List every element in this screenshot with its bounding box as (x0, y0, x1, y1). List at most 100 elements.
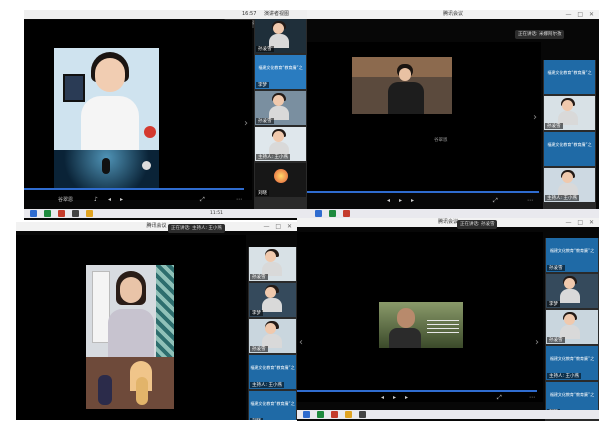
progress-bar[interactable] (297, 390, 537, 392)
man-body (389, 328, 421, 348)
speaking-text: 正在讲话: 米娜阿尔孜 (518, 32, 562, 37)
window-controls[interactable]: — □ ✕ (263, 222, 294, 231)
progress-bar[interactable] (24, 188, 244, 190)
participant-tile[interactable]: 福建文化教育“教育廉”之刘晓 (249, 391, 296, 420)
main-stage (16, 235, 246, 420)
participant-tile[interactable]: 孙凌雪 (546, 310, 598, 344)
title-bar: 腾讯会议 — □ ✕ (16, 222, 297, 231)
more-icon-2[interactable]: ⋯ (236, 196, 242, 203)
participant-name: 主持人: 王小燕 (547, 373, 581, 379)
participant-tile[interactable]: 主持人: 王小燕 (544, 168, 595, 202)
participant-sidebar: 福建文化教育“教育廉”之 孙凌雪 李梦 孙凌雪 福建文化教育“教育廉”之 主持人: … (545, 238, 599, 421)
more-icon[interactable] (142, 161, 151, 170)
participant-tile[interactable]: 孙凌雪 (249, 247, 296, 281)
shared-video (379, 302, 463, 348)
participant-tile[interactable]: 孙凌雪 (544, 96, 595, 130)
prev-icon[interactable]: ◂ (381, 394, 384, 401)
participant-tile[interactable]: 李梦 (546, 274, 598, 308)
presenter-face (95, 58, 125, 92)
taskbar-app-icon[interactable] (317, 411, 324, 418)
presenter-face (120, 277, 142, 303)
spark-icon (274, 169, 288, 183)
progress-bar[interactable] (307, 191, 539, 193)
animation-video (86, 357, 174, 409)
man-head (397, 308, 415, 328)
inner-caption: 谷翠恩 (434, 138, 448, 143)
participant-sidebar: 孙凌雪 福建文化教育“教育廉”之 李梦 孙凌雪 主持人: 王小燕 刘晓 (254, 19, 307, 209)
taskbar-app-icon[interactable] (359, 411, 366, 418)
taskbar-app-icon[interactable] (345, 411, 352, 418)
participant-name: 李梦 (256, 82, 269, 88)
play-icon[interactable]: ▸ (393, 394, 396, 401)
meeting-window-bottom-right: 腾讯会议 — □ ✕ 正在讲话: 孙凌雪 ‹ › ◂ ▸ ▸ ⤢ ⋯ 福建文化教… (297, 218, 599, 421)
participant-tile[interactable]: 主持人: 王小燕 (255, 127, 306, 161)
participant-tile[interactable]: 福建文化教育“教育廉”之 (544, 60, 595, 94)
participant-name: 主持人: 王小燕 (545, 195, 579, 201)
taskbar-app-icon[interactable] (303, 411, 310, 418)
taskbar (297, 410, 599, 419)
presenter-video (86, 265, 174, 357)
title-bar: 腾讯会议 — □ ✕ (297, 218, 599, 227)
window-controls[interactable]: — □ ✕ (565, 10, 596, 19)
clock-label: 16:57 (242, 11, 257, 17)
speaker-face (399, 68, 411, 81)
participant-tile[interactable]: 孙凌雪 (255, 19, 306, 53)
participant-name: 刘晓 (250, 418, 263, 420)
more-icon[interactable]: ⋯ (527, 197, 533, 204)
mic-icon[interactable]: ♪ (94, 196, 98, 203)
chevron-left-icon[interactable]: ‹ (299, 337, 303, 348)
participant-tile[interactable]: 福建文化教育“教育廉”之 主持人: 王小燕 (546, 346, 598, 380)
more-icon[interactable]: ⋯ (529, 394, 535, 401)
speaking-indicator: 正在讲话: 主持人: 王小燕 (168, 224, 225, 233)
fullscreen-icon[interactable]: ⤢ (200, 196, 205, 204)
taskbar-app-icon[interactable] (86, 210, 93, 217)
taskbar (307, 209, 599, 218)
app-title: 腾讯会议 (437, 219, 458, 225)
next-icon[interactable]: ▸ (405, 394, 408, 401)
participant-tile[interactable]: 李梦 (249, 283, 296, 317)
taskbar-app-icon[interactable] (329, 210, 336, 217)
taskbar-app-icon[interactable] (30, 210, 37, 217)
participant-tile[interactable]: 孙凌雪 (249, 319, 296, 353)
taskbar-app-icon[interactable] (72, 210, 79, 217)
chevron-right-icon[interactable]: › (535, 337, 539, 348)
participant-name: 孙凌雪 (547, 337, 565, 343)
chevron-right-icon[interactable]: › (244, 118, 248, 129)
participant-tile[interactable]: 福建文化教育“教育廉”之 主持人: 王小燕 (249, 355, 296, 389)
participant-name: 主持人: 王小燕 (256, 154, 290, 160)
play-icon[interactable]: ◂ (108, 196, 111, 203)
taskbar-app-icon[interactable] (331, 411, 338, 418)
pause-icon[interactable]: ▸ (120, 196, 123, 203)
speaking-indicator: 正在讲话: 孙凌雪 (457, 220, 498, 229)
participant-name: 刘晓 (256, 190, 269, 196)
participant-tile[interactable]: 福建文化教育“教育廉”之 李梦 (255, 55, 306, 89)
taskbar: 11:51 (24, 209, 307, 218)
view-mode-label[interactable]: 演讲者视图 (264, 10, 289, 19)
presenter-shirt (81, 96, 139, 150)
control-bar: ◂ ▸ ▸ ⤢ ⋯ (307, 197, 541, 206)
prev-icon[interactable]: ◂ (387, 197, 390, 204)
fullscreen-icon[interactable]: ⤢ (493, 197, 498, 205)
taskbar-app-icon[interactable] (315, 210, 322, 217)
taskbar-app-icon[interactable] (58, 210, 65, 217)
participant-tile[interactable]: 孙凌雪 (255, 91, 306, 125)
window-controls[interactable]: — □ ✕ (565, 218, 596, 227)
next-icon[interactable]: ▸ (411, 197, 414, 204)
participant-tile[interactable]: 福建文化教育“教育廉”之 (544, 132, 595, 166)
participant-tile[interactable]: 福建文化教育“教育廉”之 孙凌雪 (546, 238, 598, 272)
participant-tile[interactable]: 刘晓 (255, 163, 306, 197)
presenter-video (54, 48, 159, 150)
participant-sidebar: 孙凌雪 李梦 孙凌雪 福建文化教育“教育廉”之 主持人: 王小燕 福建文化教育“教… (248, 247, 297, 420)
play-icon[interactable]: ▸ (399, 197, 402, 204)
main-stage: 谷翠恩 › (307, 42, 541, 192)
poster-frame (63, 74, 85, 102)
control-bar: ♪ ◂ ▸ ⤢ ⋯ (24, 196, 252, 205)
taskbar-app-icon[interactable] (343, 210, 350, 217)
fullscreen-icon[interactable]: ⤢ (497, 394, 502, 402)
character-right (136, 377, 148, 405)
meeting-window-top-right: 腾讯会议 — □ ✕ 正在讲话: 米娜阿尔孜 谷翠恩 › ◂ ▸ ▸ ⤢ ⋯ 福… (307, 10, 599, 218)
chevron-right-icon[interactable]: › (533, 112, 537, 123)
taskbar-app-icon[interactable] (44, 210, 51, 217)
character-left (98, 375, 112, 405)
participant-name: 孙凌雪 (545, 123, 563, 129)
